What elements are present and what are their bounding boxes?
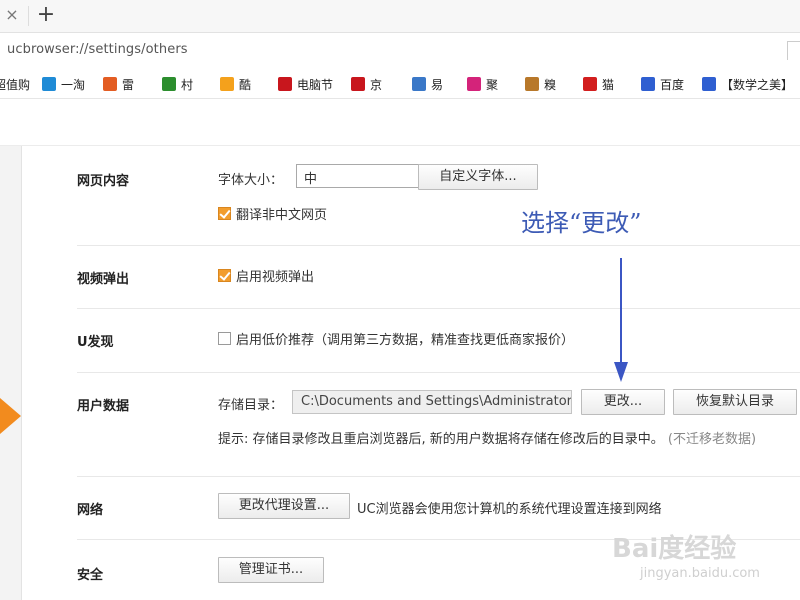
manage-certificates-button[interactable]: 管理证书... xyxy=(218,557,324,583)
checkbox-checked-icon[interactable] xyxy=(218,269,231,282)
custom-font-button[interactable]: 自定义字体... xyxy=(418,164,538,190)
annotation-text: 选择“更改” xyxy=(521,209,642,237)
bookmark-item[interactable]: 酷 xyxy=(220,75,251,93)
video-popup-label: 启用视频弹出 xyxy=(236,270,315,285)
section-title: 安全 xyxy=(77,568,104,583)
section-user-data: 用户数据 存储目录： C:\Documents and Settings\Adm… xyxy=(77,373,800,477)
bookmark-item[interactable]: 一淘 xyxy=(42,75,85,93)
translate-checkbox[interactable]: 翻译非中文网页 xyxy=(218,204,327,223)
section-title: 网络 xyxy=(77,503,104,518)
new-tab-button[interactable]: + xyxy=(35,3,57,27)
section-title: 视频弹出 xyxy=(77,272,130,287)
annotation-arrow xyxy=(620,258,622,364)
video-popup-checkbox[interactable]: 启用视频弹出 xyxy=(218,266,314,285)
section-title: 网页内容 xyxy=(77,174,130,189)
bookmark-item[interactable]: 【数学之美】 xyxy=(702,75,793,93)
low-price-label: 启用低价推荐（调用第三方数据，精准查找更低商家报价） xyxy=(236,333,575,348)
settings-sidebar xyxy=(0,146,22,600)
checkbox-checked-icon[interactable] xyxy=(218,207,231,220)
yitao-icon xyxy=(42,77,56,91)
bookmark-label: 【数学之美】 xyxy=(721,77,794,92)
yi-icon xyxy=(412,77,426,91)
village-icon xyxy=(162,77,176,91)
bookmark-item[interactable]: 猫 xyxy=(583,75,614,93)
font-size-label: 字体大小： xyxy=(218,173,284,188)
address-bar: ucbrowser://settings/others xyxy=(0,33,800,67)
bookmark-label: 雷 xyxy=(122,77,135,92)
bookmark-item[interactable]: 易 xyxy=(412,75,443,93)
storage-path-field[interactable]: C:\Documents and Settings\Administrator\… xyxy=(292,390,572,414)
storage-hint-text: 提示: 存储目录修改且重启浏览器后, 新的用户数据将存储在修改后的目录中。 xyxy=(218,432,664,447)
close-tab-icon[interactable]: × xyxy=(3,6,21,24)
section-title: 用户数据 xyxy=(77,399,130,414)
bookmark-label: 村 xyxy=(181,77,194,92)
bookmark-label: 电脑节 xyxy=(297,77,334,92)
section-title: U发现 xyxy=(77,335,114,350)
bookmark-label: 百度 xyxy=(660,77,685,92)
bookmarks-bar: 超值购 一淘 雷 村 酷 电脑节 京 易 聚 糗 猫 百度 【数学之美】 xyxy=(0,68,800,99)
arrow-down-icon xyxy=(614,362,628,382)
tab-bar: × + xyxy=(0,0,800,33)
lei-icon xyxy=(103,77,117,91)
windows-icon xyxy=(220,77,234,91)
section-u-discover: U发现 启用低价推荐（调用第三方数据，精准查找更低商家报价） xyxy=(77,309,800,373)
font-size-value: 中 xyxy=(304,172,318,187)
active-section-marker xyxy=(0,398,21,434)
storage-hint-muted: (不迁移老数据) xyxy=(667,432,757,447)
bookmark-label: 一淘 xyxy=(61,77,86,92)
storage-label: 存储目录： xyxy=(218,398,284,413)
bookmark-label: 易 xyxy=(431,77,444,92)
section-web-content: 网页内容 字体大小： 中 自定义字体... 翻译非中文网页 xyxy=(77,146,800,246)
proxy-settings-button[interactable]: 更改代理设置... xyxy=(218,493,350,519)
poop-icon xyxy=(525,77,539,91)
bookmark-label: 京 xyxy=(370,77,383,92)
bookmark-item[interactable]: 百度 xyxy=(641,75,684,93)
jd-icon xyxy=(278,77,292,91)
watermark-logo: Bai度经验 xyxy=(612,534,737,564)
ju-icon xyxy=(467,77,481,91)
bookmark-label: 猫 xyxy=(602,77,615,92)
bookmark-item[interactable]: 电脑节 xyxy=(278,75,333,93)
checkbox-unchecked-icon[interactable] xyxy=(218,332,231,345)
baidu-paw-icon xyxy=(702,77,716,91)
watermark-url: jingyan.baidu.com xyxy=(640,566,760,581)
bookmark-item[interactable]: 聚 xyxy=(467,75,498,93)
restore-default-button[interactable]: 恢复默认目录 xyxy=(673,389,797,415)
bookmark-item[interactable]: 超值购 xyxy=(0,75,30,93)
bookmark-label: 糗 xyxy=(544,77,557,92)
jd-icon xyxy=(351,77,365,91)
content-header xyxy=(0,99,800,146)
tab-divider xyxy=(28,6,29,26)
bookmark-label: 超值购 xyxy=(0,77,31,92)
tmall-icon xyxy=(583,77,597,91)
bookmark-item[interactable]: 京 xyxy=(351,75,382,93)
change-directory-button[interactable]: 更改... xyxy=(581,389,665,415)
translate-label: 翻译非中文网页 xyxy=(236,208,328,223)
bookmark-item[interactable]: 村 xyxy=(162,75,193,93)
storage-hint: 提示: 存储目录修改且重启浏览器后, 新的用户数据将存储在修改后的目录中。 (不… xyxy=(218,428,756,447)
bookmark-label: 酷 xyxy=(239,77,252,92)
bookmark-item[interactable]: 糗 xyxy=(525,75,556,93)
bookmark-label: 聚 xyxy=(486,77,499,92)
section-video-popup: 视频弹出 启用视频弹出 xyxy=(77,246,800,309)
bookmark-item[interactable]: 雷 xyxy=(103,75,134,93)
proxy-description: UC浏览器会使用您计算机的系统代理设置连接到网络 xyxy=(357,502,662,517)
address-bar-edge xyxy=(787,41,800,60)
low-price-checkbox[interactable]: 启用低价推荐（调用第三方数据，精准查找更低商家报价） xyxy=(218,329,574,348)
address-field[interactable]: ucbrowser://settings/others xyxy=(7,42,188,57)
baidu-paw-icon xyxy=(641,77,655,91)
